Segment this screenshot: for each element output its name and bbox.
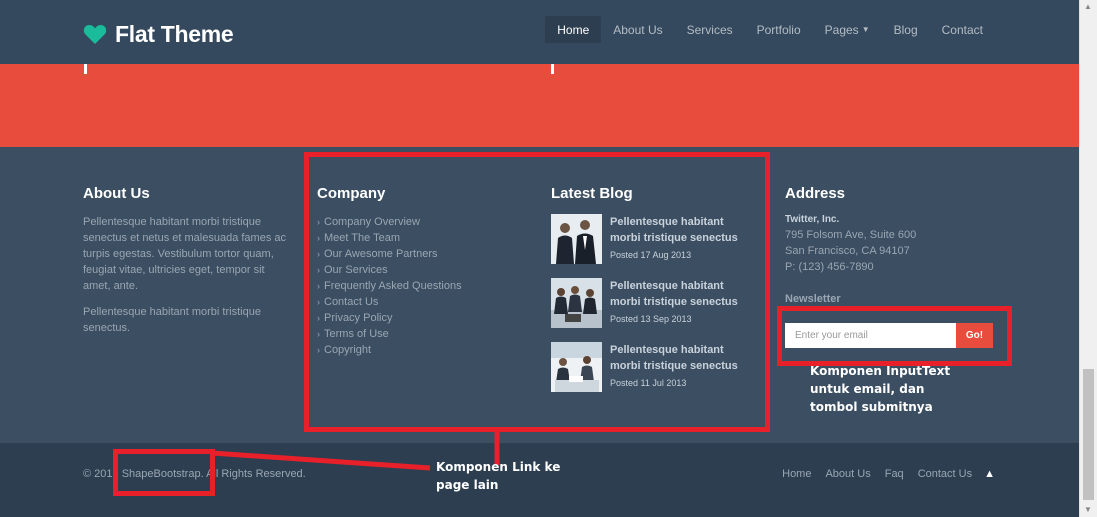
annotation-line: tombol submitnya	[810, 400, 933, 414]
nav-home[interactable]: Home	[545, 16, 602, 43]
annotation-line: untuk email, dan	[810, 382, 925, 396]
footer-link-contact-us[interactable]: Contact Us	[918, 468, 972, 480]
brand-logo[interactable]: Flat Theme	[83, 20, 234, 48]
nav-contact[interactable]: Contact	[930, 16, 995, 43]
nav-pages[interactable]: Pages ▼	[813, 16, 882, 43]
annotation-box-copyright	[113, 449, 215, 496]
address-company: Twitter, Inc.	[785, 214, 840, 225]
brand-name: Flat Theme	[115, 20, 234, 47]
newsletter-title: Newsletter	[785, 293, 841, 305]
footer-link-home[interactable]: Home	[782, 468, 811, 480]
nav-portfolio[interactable]: Portfolio	[745, 16, 813, 43]
nav-pages-label: Pages	[824, 22, 859, 37]
nav-about-us[interactable]: About Us	[601, 16, 674, 43]
annotation-box-newsletter	[777, 306, 1012, 366]
annotation-note-input: Komponen InputText untuk email, dan tomb…	[810, 362, 950, 416]
scroll-down-icon[interactable]: ▼	[1084, 505, 1092, 514]
about-text: Pellentesque habitant morbi tristique se…	[83, 216, 287, 292]
address-phone: P: (123) 456-7890	[785, 261, 874, 273]
address-line: San Francisco, CA 94107	[785, 245, 910, 257]
footer-link-faq[interactable]: Faq	[885, 468, 904, 480]
chevron-down-icon: ▼	[861, 25, 870, 34]
scroll-up-icon[interactable]: ▲	[1084, 2, 1092, 11]
vertical-scrollbar[interactable]: ▲ ▼	[1079, 0, 1097, 517]
hero-bottom-band	[0, 64, 1079, 147]
about-title: About Us	[83, 185, 150, 202]
annotation-note-links: Komponen Link ke page lain	[436, 458, 560, 494]
divider-mark	[551, 64, 554, 74]
footer-nav: Home About Us Faq Contact Us ▲	[768, 468, 995, 480]
footer-link-about-us[interactable]: About Us	[825, 468, 870, 480]
nav-blog[interactable]: Blog	[882, 16, 930, 43]
heart-icon	[83, 24, 107, 44]
annotation-line: Komponen Link ke	[436, 460, 561, 474]
back-to-top-icon[interactable]: ▲	[984, 468, 995, 480]
navbar: Flat Theme Home About Us Services Portfo…	[0, 0, 1079, 64]
address-title: Address	[785, 185, 846, 202]
scrollbar-thumb[interactable]	[1083, 369, 1094, 500]
about-text-2: Pellentesque habitant morbi tristique se…	[83, 306, 261, 334]
main-nav: Home About Us Services Portfolio Pages ▼ …	[545, 16, 995, 43]
address-line: 795 Folsom Ave, Suite 600	[785, 229, 917, 241]
nav-services[interactable]: Services	[675, 16, 745, 43]
about-column: About Us Pellentesque habitant morbi tri…	[83, 185, 293, 336]
annotation-line: page lain	[436, 478, 499, 492]
page: Flat Theme Home About Us Services Portfo…	[0, 0, 1079, 517]
annotation-line: Komponen InputText	[810, 364, 951, 378]
divider-mark	[84, 64, 87, 74]
annotation-box-links	[304, 152, 770, 432]
